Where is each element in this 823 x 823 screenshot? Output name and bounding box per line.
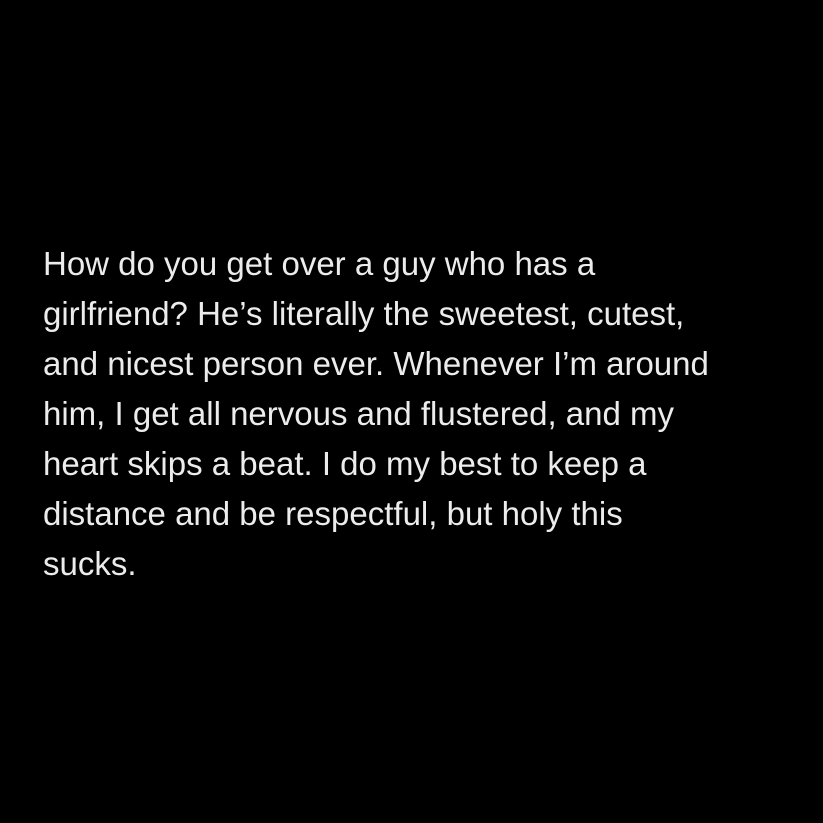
post-line-3: and nicest person ever. Whenever I’m aro…	[43, 345, 709, 382]
post-line-6: distance and be respectful, but holy thi…	[43, 495, 623, 532]
post-body: How do you get over a guy who has a girl…	[43, 239, 803, 589]
post-line-2: girlfriend? He’s literally the sweetest,…	[43, 295, 685, 332]
post-line-1: How do you get over a guy who has a	[43, 245, 596, 282]
post-line-7: sucks.	[43, 545, 137, 582]
post-line-5: heart skips a beat. I do my best to keep…	[43, 445, 647, 482]
text-post-card: How do you get over a guy who has a girl…	[0, 0, 823, 823]
post-line-4: him, I get all nervous and flustered, an…	[43, 395, 674, 432]
